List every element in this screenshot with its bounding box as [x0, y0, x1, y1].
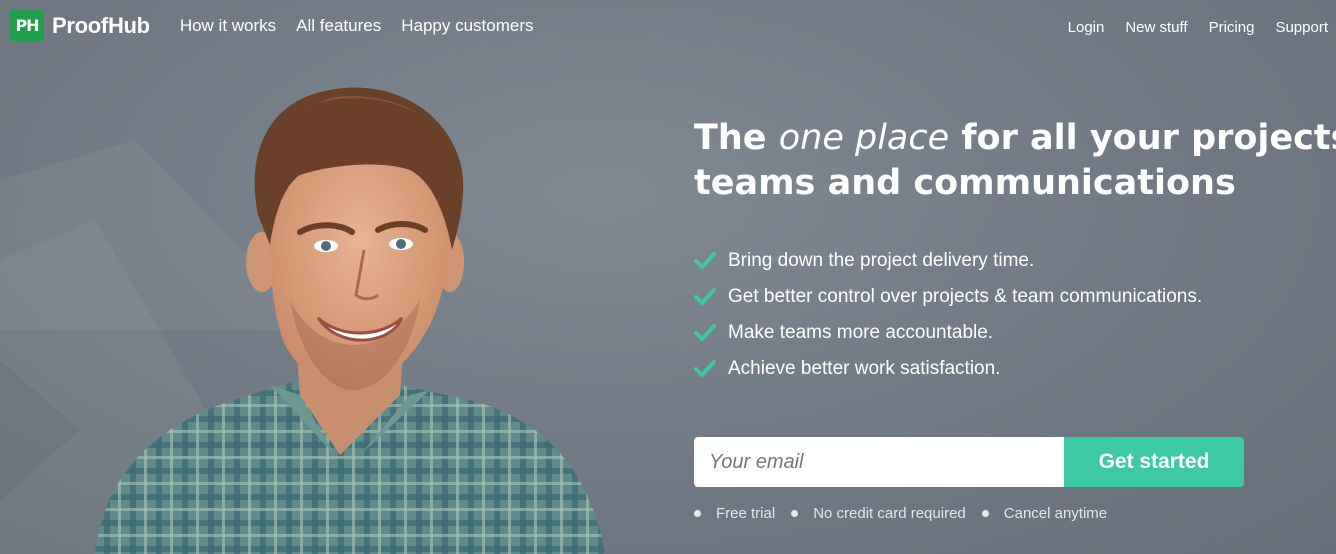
benefit-text: Achieve better work satisfaction.	[728, 358, 1001, 379]
perk-item: No credit card required	[791, 505, 966, 522]
perk-text: No credit card required	[813, 505, 966, 522]
nav-pricing[interactable]: Pricing	[1209, 19, 1255, 36]
signup-perks: Free trial No credit card required Cance…	[694, 505, 1107, 522]
benefits-list: Bring down the project delivery time. Ge…	[694, 243, 1202, 387]
nav-happy-customers[interactable]: Happy customers	[401, 16, 533, 36]
perk-item: Cancel anytime	[981, 505, 1108, 522]
bullet-icon	[981, 510, 989, 517]
logo-mark[interactable]: PH	[10, 10, 44, 41]
bullet-icon	[791, 510, 799, 517]
benefit-text: Bring down the project delivery time.	[728, 250, 1035, 271]
headline-line1-rest: for all your projects,	[949, 118, 1336, 158]
benefit-text: Get better control over projects & team …	[728, 286, 1203, 307]
hero-person-image	[95, 87, 605, 554]
check-icon	[694, 288, 716, 305]
nav-all-features[interactable]: All features	[296, 16, 381, 36]
nav-new-stuff[interactable]: New stuff	[1125, 19, 1187, 36]
check-icon	[694, 360, 716, 377]
perk-text: Free trial	[716, 505, 776, 522]
nav-support[interactable]: Support	[1275, 19, 1328, 36]
benefit-item: Get better control over projects & team …	[694, 279, 1202, 315]
main-nav: How it works All features Happy customer…	[180, 16, 534, 36]
perk-text: Cancel anytime	[1003, 505, 1108, 522]
site-header: PH ProofHub How it works All features Ha…	[10, 10, 534, 41]
benefit-item: Achieve better work satisfaction.	[694, 351, 1202, 387]
brand-name[interactable]: ProofHub	[52, 13, 150, 39]
check-icon	[694, 324, 716, 341]
bullet-icon	[694, 510, 701, 517]
hero-headline: The one place for all your projects, tea…	[694, 116, 1336, 206]
benefit-text: Make teams more accountable.	[728, 322, 994, 343]
get-started-button[interactable]: Get started	[1064, 437, 1244, 487]
headline-prefix: The	[694, 118, 779, 158]
perk-item: Free trial	[694, 505, 775, 522]
benefit-item: Make teams more accountable.	[694, 315, 1202, 351]
nav-how-it-works[interactable]: How it works	[180, 16, 276, 36]
headline-emphasis: one place	[778, 118, 950, 158]
headline-line2: teams and communications	[694, 163, 1236, 203]
signup-form: Get started	[694, 437, 1244, 487]
utility-nav: Login New stuff Pricing Support	[1068, 19, 1328, 36]
email-input[interactable]	[694, 437, 1064, 487]
check-icon	[694, 252, 716, 269]
benefit-item: Bring down the project delivery time.	[694, 243, 1202, 279]
nav-login[interactable]: Login	[1068, 19, 1105, 36]
